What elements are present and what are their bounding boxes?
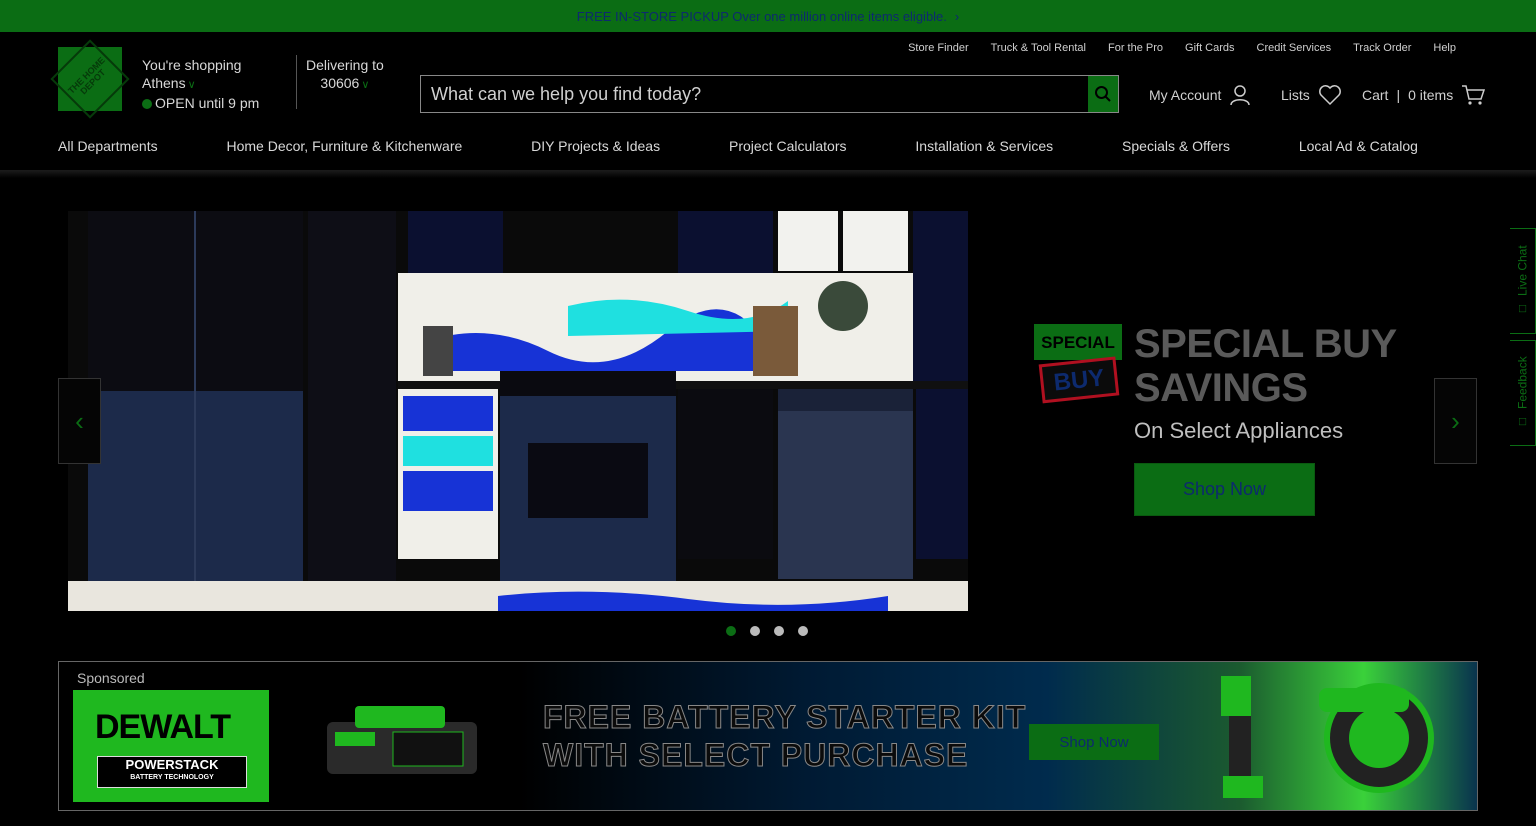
store-hours: until 9 pm (198, 95, 260, 111)
special-buy-badge: SPECIAL BUY (1034, 324, 1122, 404)
chevron-right-icon: › (1451, 405, 1460, 436)
cart-count: 0 items (1408, 87, 1454, 103)
util-link-track-order[interactable]: Track Order (1353, 42, 1411, 54)
main-nav: All Departments Home Decor, Furniture & … (58, 138, 1418, 154)
dewalt-logo: DEWALT POWERSTACK BATTERY TECHNOLOGY (73, 690, 269, 802)
nav-all-departments[interactable]: All Departments (58, 138, 158, 154)
feedback-label: Feedback (1515, 356, 1530, 410)
nav-home-decor[interactable]: Home Decor, Furniture & Kitchenware (227, 138, 463, 154)
nav-diy-projects[interactable]: DIY Projects & Ideas (531, 138, 660, 154)
search-button[interactable] (1088, 76, 1118, 112)
hero-shop-now-button[interactable]: Shop Now (1134, 463, 1315, 516)
hero-title-line1: SPECIAL BUY (1134, 322, 1397, 366)
powerstack-tagline: BATTERY TECHNOLOGY (130, 774, 214, 781)
hero-image-kitchen[interactable] (68, 211, 968, 611)
kitchen-illustration (68, 211, 968, 611)
utility-nav: Store Finder Truck & Tool Rental For the… (908, 42, 1456, 54)
delivery-label: Delivering to (306, 57, 384, 73)
carousel-dot-2[interactable] (750, 626, 760, 636)
sponsored-label: Sponsored (77, 670, 145, 686)
store-label: You're shopping (142, 57, 242, 73)
my-account-label: My Account (1149, 87, 1222, 103)
util-link-store-finder[interactable]: Store Finder (908, 42, 969, 54)
dewalt-wordmark: DEWALT (95, 708, 231, 746)
promo-banner[interactable]: FREE IN-STORE PICKUP Over one million on… (0, 0, 1536, 32)
powerstack-wordmark: POWERSTACK (125, 757, 219, 772)
nav-specials-offers[interactable]: Specials & Offers (1122, 138, 1230, 154)
hero-subtitle: On Select Appliances (1134, 418, 1344, 443)
carousel-prev-button[interactable]: ‹ (58, 378, 101, 464)
nav-local-ad-catalog[interactable]: Local Ad & Catalog (1299, 138, 1418, 154)
chevron-left-icon: ‹ (75, 405, 84, 436)
cart-label: Cart (1362, 87, 1389, 103)
store-name: Athens (142, 75, 186, 91)
carousel-next-button[interactable]: › (1434, 378, 1477, 464)
header-divider (296, 55, 297, 109)
carousel-dots (726, 626, 808, 636)
live-chat-label: Live Chat (1515, 245, 1530, 297)
search-bar: What can we help you find today? (420, 75, 1119, 113)
delivery-zip-selector[interactable]: Delivering to 30606 ∨ (306, 56, 384, 94)
banner-headline: FREE BATTERY STARTER KIT WITH SELECT PUR… (542, 698, 1027, 774)
live-chat-tab[interactable]: □ Live Chat (1510, 228, 1536, 334)
battery-product-image (327, 706, 477, 774)
hero-title-line2: SAVINGS (1134, 366, 1308, 410)
util-link-for-the-pro[interactable]: For the Pro (1108, 42, 1163, 54)
chevron-right-icon: › (954, 8, 960, 24)
util-link-gift-cards[interactable]: Gift Cards (1185, 42, 1235, 54)
power-tools-image (1221, 676, 1434, 798)
open-status-dot-icon (142, 99, 152, 109)
chevron-down-icon: ∨ (361, 79, 370, 91)
lists-label: Lists (1281, 87, 1310, 103)
carousel-dot-1[interactable] (726, 626, 736, 636)
lists-button[interactable]: Lists (1281, 84, 1342, 106)
store-selector[interactable]: You're shopping Athens ∨ OPEN until 9 pm (142, 56, 259, 112)
delivery-zip: 30606 (320, 75, 360, 91)
chat-icon: □ (1515, 302, 1530, 317)
feedback-icon: □ (1515, 415, 1530, 430)
hero-title: SPECIAL BUY SAVINGS (1134, 322, 1397, 410)
search-input[interactable]: What can we help you find today? (421, 76, 1088, 112)
banner-headline-line2: WITH SELECT PURCHASE (542, 737, 969, 774)
powerstack-logo: POWERSTACK BATTERY TECHNOLOGY (97, 756, 247, 788)
banner-headline-line1: FREE BATTERY STARTER KIT (542, 699, 1027, 736)
my-account-button[interactable]: My Account (1149, 84, 1251, 106)
carousel-dot-3[interactable] (774, 626, 784, 636)
logo-text: THE HOME DEPOT (50, 39, 130, 119)
util-link-help[interactable]: Help (1433, 42, 1456, 54)
cart-separator: | (1396, 87, 1401, 103)
home-depot-logo[interactable]: THE HOME DEPOT (50, 39, 130, 119)
util-link-credit-services[interactable]: Credit Services (1257, 42, 1332, 54)
feedback-tab[interactable]: □ Feedback (1510, 340, 1536, 446)
user-icon (1230, 85, 1251, 106)
search-icon (1095, 86, 1111, 102)
badge-bottom-text: BUY (1052, 364, 1105, 396)
sponsored-banner[interactable]: Sponsored DEWALT POWERSTACK BATTERY TECH… (58, 661, 1478, 811)
chevron-down-icon: ∨ (187, 79, 196, 91)
store-open-status: OPEN (155, 95, 195, 111)
nav-installation-services[interactable]: Installation & Services (915, 138, 1053, 154)
cart-icon (1462, 85, 1486, 105)
badge-top-text: SPECIAL (1041, 333, 1115, 352)
promo-text: FREE IN-STORE PICKUP Over one million on… (576, 8, 947, 24)
nav-divider (0, 170, 1536, 178)
util-link-truck-tool-rental[interactable]: Truck & Tool Rental (991, 42, 1086, 54)
heart-icon (1318, 85, 1341, 106)
cart-button[interactable]: Cart | 0 items (1362, 84, 1486, 106)
carousel-dot-4[interactable] (798, 626, 808, 636)
banner-shop-now-button[interactable]: Shop Now (1029, 724, 1159, 760)
nav-project-calculators[interactable]: Project Calculators (729, 138, 847, 154)
